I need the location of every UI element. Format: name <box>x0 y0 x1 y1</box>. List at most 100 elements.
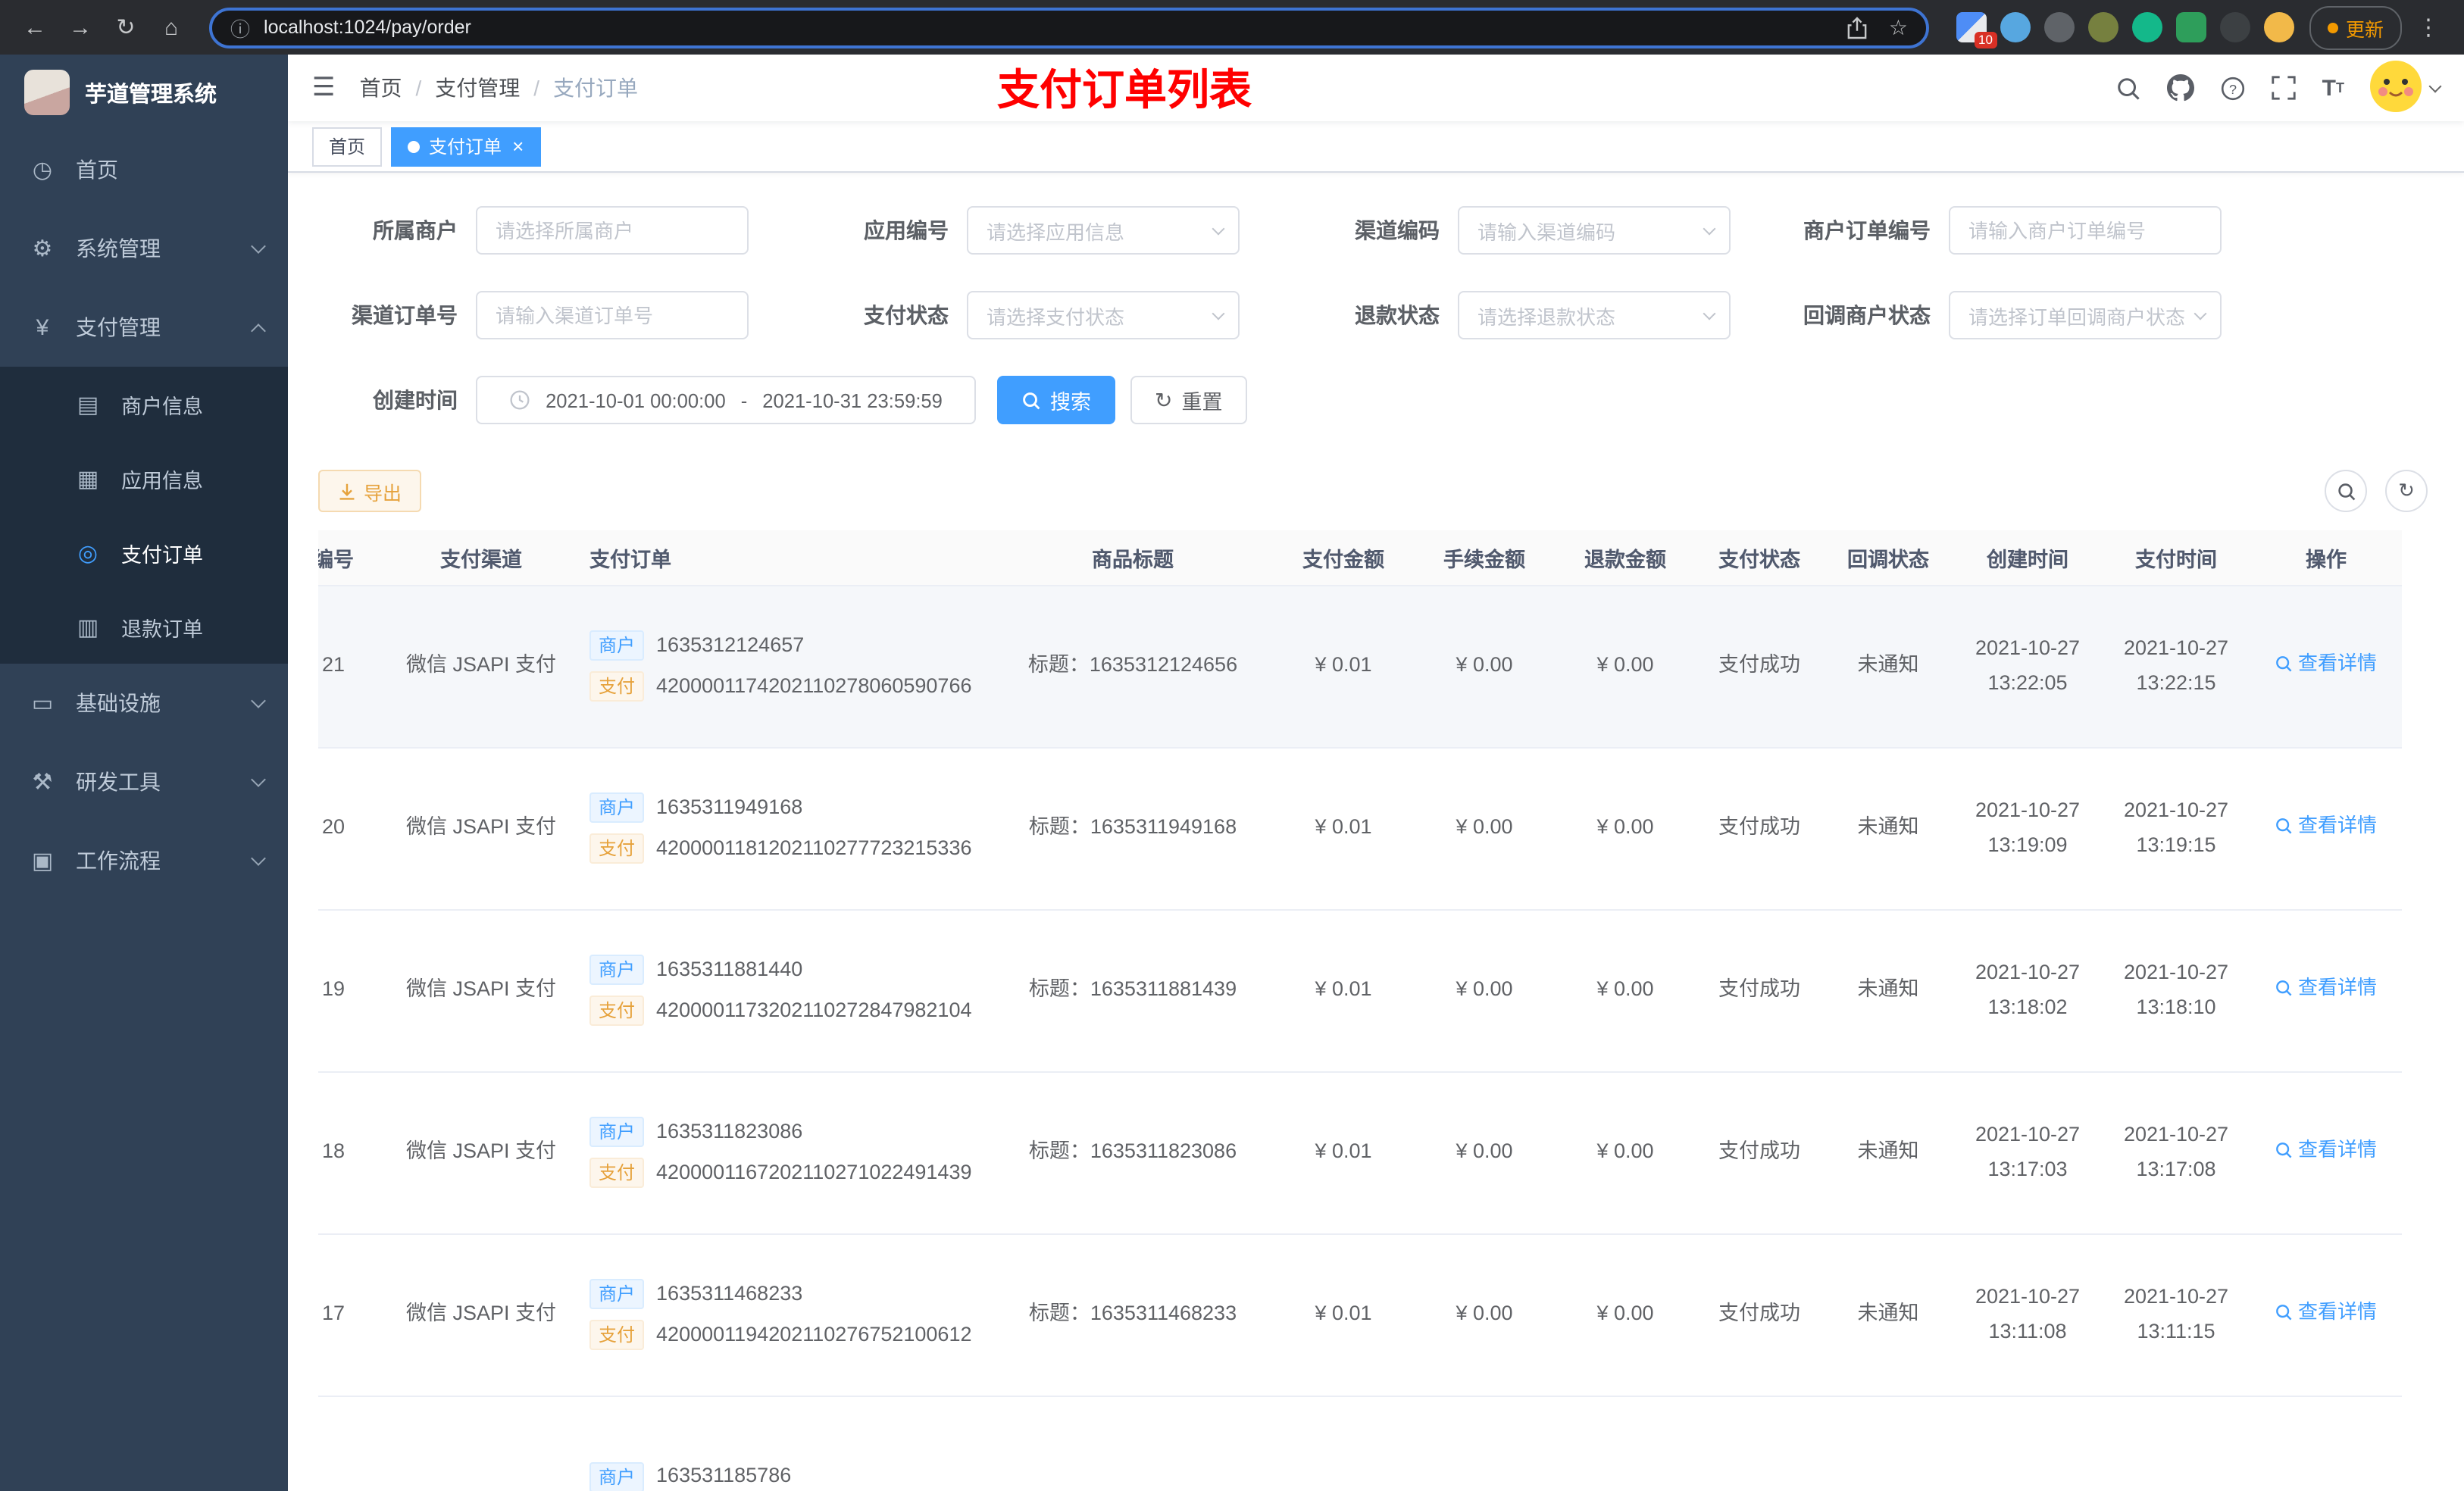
column-header-amount: 支付金额 <box>1273 530 1414 586</box>
monitor-icon: ▭ <box>31 691 54 717</box>
reset-button[interactable]: ↻ 重置 <box>1130 376 1247 424</box>
column-header-channel: 支付渠道 <box>394 530 568 586</box>
extension-badge: 10 <box>1974 32 1997 48</box>
browser-update-button[interactable]: 更新 <box>2309 5 2402 49</box>
search-icon[interactable] <box>2116 75 2142 101</box>
channel-order-no-input[interactable] <box>476 291 749 339</box>
chevron-down-icon <box>251 772 266 787</box>
breadcrumb-separator: / <box>533 76 540 100</box>
filter-label-channel-code: 渠道编码 <box>1355 218 1440 242</box>
cell-empty <box>318 1396 394 1491</box>
url-text: localhost:1024/pay/order <box>264 17 471 38</box>
refund-status-select[interactable]: 请选择退款状态 <box>1458 291 1731 339</box>
column-header-create-time: 创建时间 <box>1953 530 2102 586</box>
view-detail-link[interactable]: 查看详情 <box>2275 647 2377 680</box>
cell-action: 查看详情 <box>2250 1233 2402 1396</box>
browser-refresh-icon[interactable]: ↻ <box>106 14 145 41</box>
pay-order-no: 4200001181202110277723215336 <box>656 836 972 858</box>
fullscreen-icon[interactable] <box>2272 76 2297 100</box>
extension-drop-icon[interactable] <box>2000 12 2031 42</box>
toggle-search-icon[interactable] <box>2325 470 2367 512</box>
sidebar-item-infrastructure[interactable]: ▭ 基础设施 <box>0 664 288 742</box>
merchant-input[interactable] <box>476 206 749 255</box>
sidebar-item-merchant-info[interactable]: ▤ 商户信息 <box>0 367 288 441</box>
extension-dark-icon[interactable] <box>2043 12 2075 42</box>
page-title: 支付订单列表 <box>997 67 1252 114</box>
filter-label-callback-status: 回调商户状态 <box>1803 303 1931 327</box>
sidebar-item-devtools[interactable]: ⚒ 研发工具 <box>0 742 288 821</box>
tab-home[interactable]: 首页 <box>312 127 383 166</box>
sidebar-item-refund-order[interactable]: ▥ 退款订单 <box>0 589 288 664</box>
cell-order: 商户 1635311949168 支付 42000011812021102777… <box>568 747 993 910</box>
create-time-range-input[interactable]: 2021-10-01 00:00:00 - 2021-10-31 23:59:5… <box>476 376 976 424</box>
filter-label-create-time: 创建时间 <box>373 388 458 412</box>
cell-empty <box>394 1396 568 1491</box>
export-button[interactable]: 导出 <box>318 470 422 512</box>
cell-create-time: 2021-10-27 13:19:09 <box>1953 747 2102 910</box>
cell-notify: 未通知 <box>1823 1233 1953 1396</box>
user-menu[interactable] <box>2370 60 2442 116</box>
url-bar[interactable]: ⓘ localhost:1024/pay/order ☆ <box>209 7 1929 48</box>
cell-create-time: 2021-10-27 13:18:02 <box>1953 909 2102 1072</box>
sidebar-item-pay-order[interactable]: ◎ 支付订单 <box>0 515 288 589</box>
view-detail-link[interactable]: 查看详情 <box>2275 1296 2377 1329</box>
sidebar: 芋道管理系统 ◷ 首页 ⚙ 系统管理 ¥ 支付管理 ▤ 商户信息 ▦ 应用信息 … <box>0 55 288 1491</box>
app-title: 芋道管理系统 <box>85 83 217 107</box>
cell-refund: ¥ 0.00 <box>1555 1233 1696 1396</box>
merchant-order-no: 1635312124657 <box>656 633 805 656</box>
sidebar-item-system[interactable]: ⚙ 系统管理 <box>0 209 288 288</box>
sidebar-item-payment[interactable]: ¥ 支付管理 <box>0 288 288 367</box>
cell-fee: ¥ 0.00 <box>1414 1233 1555 1396</box>
breadcrumb-section[interactable]: 支付管理 <box>435 73 520 103</box>
pay-tag: 支付 <box>589 670 645 702</box>
navbar-actions: ? TT <box>2116 60 2442 116</box>
view-detail-link[interactable]: 查看详情 <box>2275 1133 2377 1167</box>
extension-puzzle-icon[interactable]: 10 <box>1956 12 1997 48</box>
browser-forward-icon[interactable]: → <box>61 14 100 40</box>
channel-code-select[interactable]: 请输入渠道编码 <box>1458 206 1731 255</box>
sidebar-item-workflow[interactable]: ▣ 工作流程 <box>0 821 288 900</box>
github-icon[interactable] <box>2167 74 2195 102</box>
breadcrumb-home[interactable]: 首页 <box>360 73 402 103</box>
filter-label-merchant: 所属商户 <box>373 218 458 242</box>
cell-create-time: 2021-10-27 13:22:05 <box>1953 585 2102 748</box>
merchant-tag: 商户 <box>589 792 645 824</box>
hamburger-icon[interactable]: ☰ <box>312 73 336 103</box>
extension-green-check-icon[interactable] <box>2131 12 2162 42</box>
tab-pay-order[interactable]: 支付订单 × <box>391 127 541 166</box>
merchant-order-no-input[interactable] <box>1949 206 2222 255</box>
sidebar-item-label: 基础设施 <box>76 691 161 715</box>
cell-create-time: 2021-10-27 13:17:03 <box>1953 1071 2102 1234</box>
extension-olive-icon[interactable] <box>2087 12 2118 42</box>
column-header-notify: 回调状态 <box>1823 530 1953 586</box>
view-detail-link[interactable]: 查看详情 <box>2275 971 2377 1005</box>
search-button[interactable]: 搜索 <box>997 376 1115 424</box>
extension-face-icon[interactable] <box>2263 12 2294 42</box>
refresh-table-icon[interactable]: ↻ <box>2385 470 2428 512</box>
cell-fee: ¥ 0.00 <box>1414 909 1555 1072</box>
browser-home-icon[interactable]: ⌂ <box>152 14 191 40</box>
merchant-tag: 商户 <box>589 955 645 986</box>
clock-icon <box>509 389 530 411</box>
browser-menu-icon[interactable]: ⋮ <box>2408 14 2449 41</box>
view-detail-link[interactable]: 查看详情 <box>2275 809 2377 842</box>
bookmark-star-icon[interactable]: ☆ <box>1889 14 1908 40</box>
sidebar-item-home[interactable]: ◷ 首页 <box>0 130 288 209</box>
chevron-down-icon <box>2194 306 2207 320</box>
font-size-icon[interactable]: TT <box>2322 75 2344 101</box>
callback-status-select[interactable]: 请选择订单回调商户状态 <box>1949 291 2222 339</box>
help-icon[interactable]: ? <box>2221 75 2247 101</box>
tab-close-icon[interactable]: × <box>512 136 524 156</box>
caret-down-icon <box>2428 79 2442 92</box>
extension-chat-icon[interactable] <box>2175 12 2206 42</box>
app-no-select[interactable]: 请选择应用信息 <box>967 206 1240 255</box>
chevron-up-icon <box>251 323 266 338</box>
main-content: ☰ 首页 / 支付管理 / 支付订单 支付订单列表 ? T T 首页 支付订单 … <box>288 55 2464 1491</box>
sidebar-item-app-info[interactable]: ▦ 应用信息 <box>0 441 288 515</box>
site-info-icon[interactable]: ⓘ <box>230 13 250 42</box>
sidebar-item-label: 工作流程 <box>76 849 161 873</box>
browser-back-icon[interactable]: ← <box>15 14 55 40</box>
pay-status-select[interactable]: 请选择支付状态 <box>967 291 1240 339</box>
share-icon[interactable] <box>1848 16 1868 39</box>
extension-pin-icon[interactable] <box>2219 12 2250 42</box>
